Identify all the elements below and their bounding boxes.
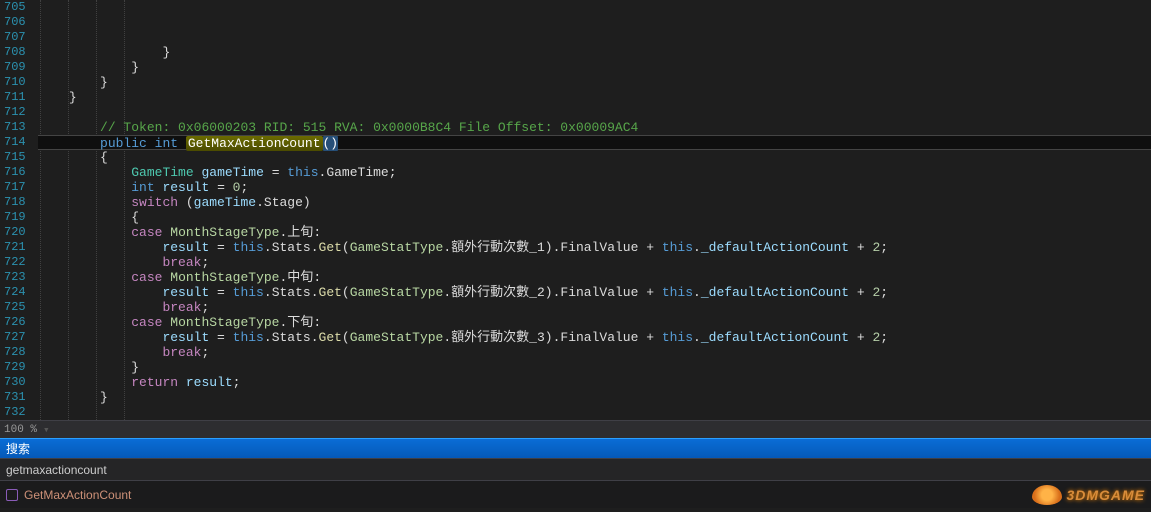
code-line[interactable]: case MonthStageType.下旬:	[38, 315, 1151, 330]
zoom-indicator[interactable]: 100 % ▾	[4, 423, 54, 437]
code-line[interactable]	[38, 105, 1151, 120]
code-line[interactable]: {	[38, 210, 1151, 225]
code-line[interactable]: return result;	[38, 375, 1151, 390]
line-number: 724	[4, 285, 26, 300]
line-number: 717	[4, 180, 26, 195]
line-number: 719	[4, 210, 26, 225]
search-query-row[interactable]: getmaxactioncount	[0, 458, 1151, 480]
line-number: 728	[4, 345, 26, 360]
line-number: 731	[4, 390, 26, 405]
line-number: 732	[4, 405, 26, 420]
code-line[interactable]: // Token: 0x06000203 RID: 515 RVA: 0x000…	[38, 120, 1151, 135]
line-number: 705	[4, 0, 26, 15]
line-number: 712	[4, 105, 26, 120]
search-panel-header[interactable]: 搜索	[0, 438, 1151, 458]
code-line[interactable]: GameTime gameTime = this.GameTime;	[38, 165, 1151, 180]
code-line[interactable]: case MonthStageType.上旬:	[38, 225, 1151, 240]
code-line[interactable]: }	[38, 75, 1151, 90]
line-number: 730	[4, 375, 26, 390]
watermark-logo-icon	[1032, 485, 1062, 505]
code-line[interactable]: }	[38, 90, 1151, 105]
code-line[interactable]: break;	[38, 255, 1151, 270]
line-number: 718	[4, 195, 26, 210]
line-number: 708	[4, 45, 26, 60]
line-number: 713	[4, 120, 26, 135]
code-area[interactable]: } } } } // Token: 0x06000203 RID: 515 RV…	[38, 0, 1151, 420]
search-result-row[interactable]: GetMaxActionCount 3DMGAME	[0, 480, 1151, 508]
code-line[interactable]: case MonthStageType.中旬:	[38, 270, 1151, 285]
code-line[interactable]: int result = 0;	[38, 180, 1151, 195]
code-line[interactable]: result = this.Stats.Get(GameStatType.額外行…	[38, 285, 1151, 300]
search-title: 搜索	[6, 442, 30, 456]
code-line[interactable]: result = this.Stats.Get(GameStatType.額外行…	[38, 240, 1151, 255]
line-number: 707	[4, 30, 26, 45]
code-line[interactable]: }	[38, 60, 1151, 75]
code-line[interactable]: switch (gameTime.Stage)	[38, 195, 1151, 210]
line-number: 729	[4, 360, 26, 375]
code-line[interactable]: {	[38, 150, 1151, 165]
search-result-text: GetMaxActionCount	[24, 481, 131, 509]
editor-statusbar: 100 % ▾	[0, 420, 1151, 438]
line-number: 706	[4, 15, 26, 30]
watermark-text: 3DMGAME	[1066, 481, 1145, 509]
line-number: 725	[4, 300, 26, 315]
line-number: 720	[4, 225, 26, 240]
line-number: 722	[4, 255, 26, 270]
code-line[interactable]: break;	[38, 300, 1151, 315]
line-number: 716	[4, 165, 26, 180]
line-number: 710	[4, 75, 26, 90]
zoom-value: 100 %	[4, 424, 37, 436]
watermark: 3DMGAME	[1032, 481, 1145, 509]
code-editor[interactable]: 7057067077087097107117127137147157167177…	[0, 0, 1151, 420]
code-line[interactable]	[38, 405, 1151, 420]
line-number: 721	[4, 240, 26, 255]
method-icon	[6, 489, 18, 501]
line-number: 723	[4, 270, 26, 285]
search-query-text: getmaxactioncount	[6, 463, 107, 477]
code-line[interactable]: }	[38, 45, 1151, 60]
line-number: 727	[4, 330, 26, 345]
line-number: 714	[4, 135, 26, 150]
line-number: 726	[4, 315, 26, 330]
code-line[interactable]: }	[38, 360, 1151, 375]
line-number: 715	[4, 150, 26, 165]
line-number: 709	[4, 60, 26, 75]
code-line[interactable]: break;	[38, 345, 1151, 360]
line-number: 711	[4, 90, 26, 105]
line-number-gutter: 7057067077087097107117127137147157167177…	[0, 0, 38, 420]
code-line[interactable]: result = this.Stats.Get(GameStatType.額外行…	[38, 330, 1151, 345]
code-line[interactable]: public int GetMaxActionCount()	[38, 135, 1151, 150]
code-line[interactable]: }	[38, 390, 1151, 405]
